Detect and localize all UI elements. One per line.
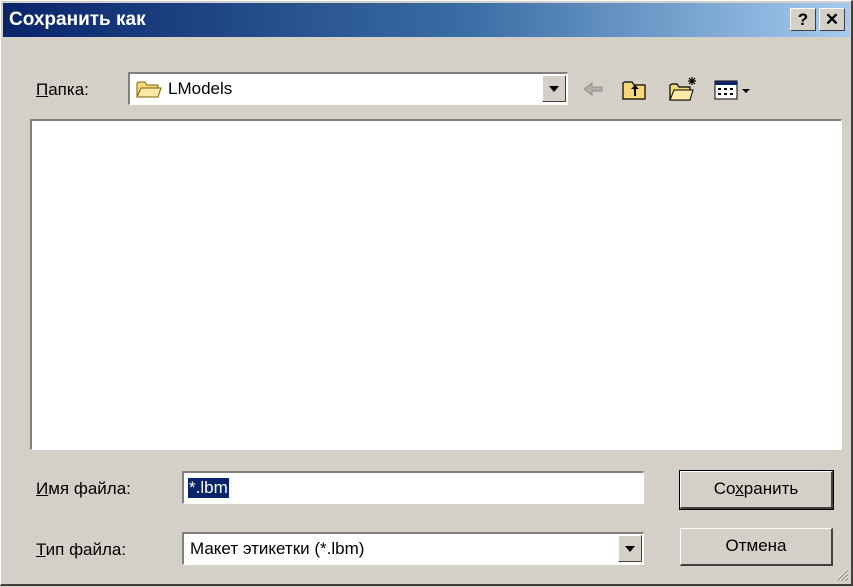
folder-dropdown-button[interactable]: [542, 75, 566, 102]
save-as-dialog: Сохранить как ? ✕ Папка: LModels Имя фай…: [0, 0, 853, 586]
folder-value: LModels: [168, 79, 233, 98]
filename-label: Имя файла:: [36, 479, 131, 498]
filename-input[interactable]: *.lbm: [182, 471, 644, 504]
filetype-combobox[interactable]: Макет этикетки (*.lbm): [182, 532, 644, 565]
new-folder-icon[interactable]: [668, 75, 698, 103]
close-button[interactable]: ✕: [819, 8, 845, 31]
up-one-level-icon[interactable]: [621, 75, 647, 103]
folder-label: Папка:: [36, 80, 89, 99]
back-arrow-icon[interactable]: [581, 75, 605, 103]
resize-grip[interactable]: [831, 564, 849, 582]
cancel-button[interactable]: Отмена: [680, 528, 833, 566]
save-button[interactable]: Сохранить: [679, 470, 834, 510]
filetype-label: Тип файла:: [36, 540, 127, 559]
filename-value: *.lbm: [188, 478, 229, 498]
filetype-value: Макет этикетки (*.lbm): [190, 539, 365, 558]
help-button[interactable]: ?: [790, 8, 816, 31]
view-menu-icon[interactable]: [713, 75, 767, 103]
filetype-dropdown-button[interactable]: [618, 535, 642, 562]
folder-combobox[interactable]: LModels: [128, 72, 568, 105]
title-bar[interactable]: Сохранить как ? ✕: [3, 3, 850, 37]
file-list-view[interactable]: [30, 119, 842, 450]
window-title: Сохранить как: [9, 9, 146, 30]
folder-icon: [136, 79, 162, 104]
